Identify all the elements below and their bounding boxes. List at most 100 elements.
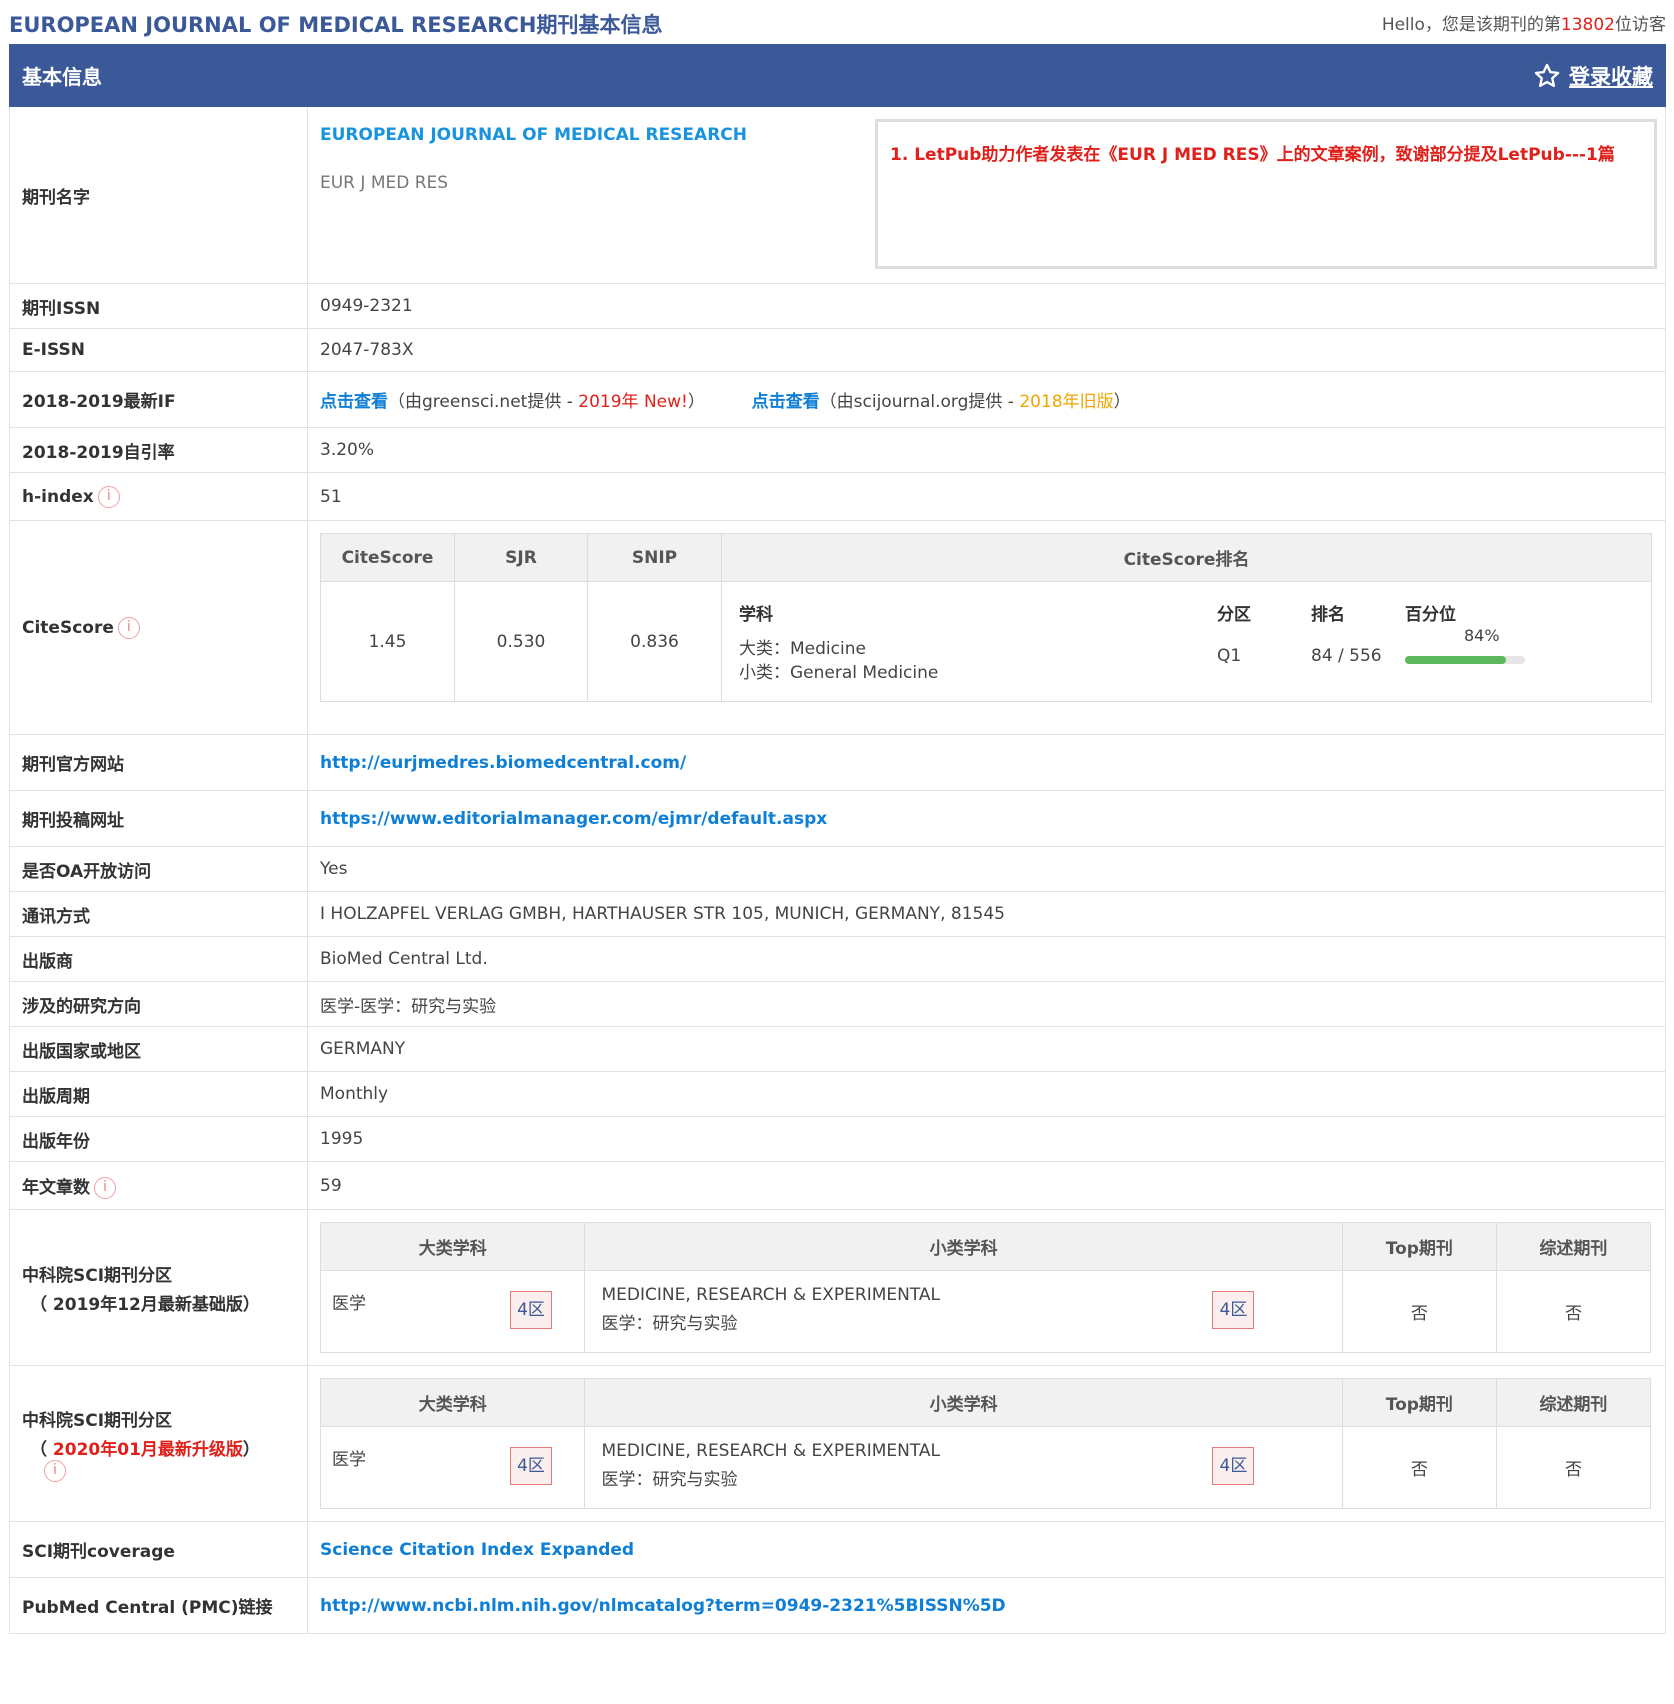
page-title: EUROPEAN JOURNAL OF MEDICAL RESEARCH期刊基本…: [9, 13, 663, 37]
rank-value: 84 / 556: [1311, 646, 1382, 666]
cas-2020-table: 大类学科 小类学科 Top期刊 综述期刊 医学 4区 MEDICINE, RES…: [319, 1378, 1652, 1509]
value-hindex: 51: [307, 472, 1666, 521]
value-self-citation: 3.20%: [307, 427, 1666, 473]
row-coverage: SCI期刊coverage Science Citation Index Exp…: [9, 1521, 1666, 1578]
sjr-header: SJR: [454, 533, 588, 582]
subject-major: 大类：Medicine: [739, 639, 866, 659]
row-hindex: h-index i 51: [9, 472, 1666, 521]
info-circle-icon[interactable]: i: [117, 616, 140, 639]
promo-box: 1. LetPub助力作者发表在《EUR J MED RES》上的文章案例，致谢…: [875, 119, 1657, 269]
row-website: 期刊官方网站 http://eurjmedres.biomedcentral.c…: [9, 734, 1666, 791]
quartile-value: Q1: [1217, 646, 1242, 666]
label-journal-name: 期刊名字: [9, 106, 308, 284]
label-hindex: h-index: [22, 486, 94, 507]
favorite-label[interactable]: 登录收藏: [1569, 61, 1653, 91]
citescore-rank-header: CiteScore排名: [721, 533, 1652, 582]
cas-minor-subject-cn: 医学：研究与实验: [601, 1470, 738, 1490]
visitor-count: 13802: [1560, 15, 1615, 35]
info-circle-icon[interactable]: i: [97, 485, 120, 508]
citescore-value: 1.45: [320, 581, 455, 702]
row-self-citation: 2018-2019自引率 3.20%: [9, 427, 1666, 473]
cas-major-header: 大类学科: [319, 1378, 586, 1427]
cas-minor-header: 小类学科: [584, 1222, 1343, 1271]
label-issn: 期刊ISSN: [9, 283, 308, 329]
label-research-field: 涉及的研究方向: [9, 981, 308, 1027]
row-open-access: 是否OA开放访问 Yes: [9, 846, 1666, 892]
submission-link[interactable]: https://www.editorialmanager.com/ejmr/de…: [320, 809, 827, 829]
citescore-header: CiteScore: [320, 533, 455, 582]
percentile-bar: [1405, 656, 1525, 664]
label-website: 期刊官方网站: [9, 734, 308, 791]
label-contact: 通讯方式: [9, 891, 308, 937]
promo-link[interactable]: 1. LetPub助力作者发表在《EUR J MED RES》上的文章案例，致谢…: [890, 145, 1615, 165]
row-publisher: 出版商 BioMed Central Ltd.: [9, 936, 1666, 982]
row-articles: 年文章数 i 59: [9, 1161, 1666, 1210]
citescore-rank-cell: 学科 分区 排名 百分位 大类：Medicine 小类：General Medi…: [721, 581, 1652, 702]
row-research-field: 涉及的研究方向 医学-医学：研究与实验: [9, 981, 1666, 1027]
row-submission: 期刊投稿网址 https://www.editorialmanager.com/…: [9, 790, 1666, 847]
row-year: 出版年份 1995: [9, 1116, 1666, 1162]
cas-2019-table: 大类学科 小类学科 Top期刊 综述期刊 医学 4区 MEDICINE, RES…: [319, 1222, 1652, 1353]
cas-minor-subject-cn: 医学：研究与实验: [601, 1314, 738, 1334]
if-link-greensci[interactable]: 点击查看: [320, 392, 388, 412]
table-header-row: 基本信息 登录收藏: [9, 44, 1666, 107]
subject-minor: 小类：General Medicine: [739, 663, 939, 683]
cas-major-subject: 医学: [332, 1450, 366, 1470]
cas-top-header: Top期刊: [1341, 1378, 1497, 1427]
if-link-scijournal[interactable]: 点击查看: [752, 392, 820, 412]
percentile-bar-fill: [1405, 656, 1506, 664]
favorite-button[interactable]: 登录收藏: [1533, 61, 1653, 91]
snip-header: SNIP: [587, 533, 722, 582]
cas-major-header: 大类学科: [319, 1222, 586, 1271]
cas-review-header: 综述期刊: [1495, 1222, 1652, 1271]
value-publisher: BioMed Central Ltd.: [307, 936, 1666, 982]
label-cas-2019-version: （ 2019年12月最新基础版）: [30, 1294, 260, 1315]
sjr-value: 0.530: [454, 581, 588, 702]
coverage-link[interactable]: Science Citation Index Expanded: [320, 1540, 634, 1560]
label-country: 出版国家或地区: [9, 1026, 308, 1072]
cas-minor-subject-en: MEDICINE, RESEARCH & EXPERIMENTAL: [601, 1441, 941, 1461]
cas-minor-header: 小类学科: [584, 1378, 1343, 1427]
label-publisher: 出版商: [9, 936, 308, 982]
label-cas-2019: 中科院SCI期刊分区: [22, 1265, 173, 1286]
row-country: 出版国家或地区 GERMANY: [9, 1026, 1666, 1072]
value-year: 1995: [307, 1116, 1666, 1162]
info-circle-icon[interactable]: i: [44, 1459, 66, 1482]
journal-name: EUROPEAN JOURNAL OF MEDICAL RESEARCH: [320, 125, 747, 145]
row-impact-factor: 2018-2019最新IF 点击查看（由greensci.net提供 - 201…: [9, 371, 1666, 428]
label-citescore: CiteScore: [22, 617, 114, 638]
citescore-table: CiteScore SJR SNIP CiteScore排名 1.45 0.53…: [320, 533, 1652, 702]
label-cas-2020: 中科院SCI期刊分区: [22, 1410, 173, 1431]
value-open-access: Yes: [307, 846, 1666, 892]
row-cas-2020: 中科院SCI期刊分区 （ 2020年01月最新升级版）i 大类学科 小类学科 T…: [9, 1365, 1666, 1522]
row-frequency: 出版周期 Monthly: [9, 1071, 1666, 1117]
zone-badge: 4区: [1212, 1447, 1255, 1485]
value-contact: I HOLZAPFEL VERLAG GMBH, HARTHAUSER STR …: [307, 891, 1666, 937]
journal-info-table: 基本信息 登录收藏 期刊名字 EUROPEAN JOURNAL OF MEDIC…: [9, 44, 1666, 1634]
percentile-header: 百分位: [1405, 605, 1456, 625]
page-header: EUROPEAN JOURNAL OF MEDICAL RESEARCH期刊基本…: [0, 0, 1674, 44]
zone-header: 分区: [1217, 605, 1251, 625]
row-cas-2019: 中科院SCI期刊分区 （ 2019年12月最新基础版） 大类学科 小类学科 To…: [9, 1209, 1666, 1366]
label-frequency: 出版周期: [9, 1071, 308, 1117]
row-citescore: CiteScore i CiteScore SJR SNIP CiteScore排…: [9, 520, 1666, 735]
cas-top-header: Top期刊: [1341, 1222, 1497, 1271]
cas-top-value: 否: [1341, 1426, 1497, 1509]
rank-header: 排名: [1311, 605, 1345, 625]
label-cas-2020-version: （ 2020年01月最新升级版）i: [22, 1435, 295, 1482]
pmc-link[interactable]: http://www.ncbi.nlm.nih.gov/nlmcatalog?t…: [320, 1596, 1006, 1616]
website-link[interactable]: http://eurjmedres.biomedcentral.com/: [320, 753, 686, 773]
value-country: GERMANY: [307, 1026, 1666, 1072]
info-circle-icon[interactable]: i: [94, 1176, 116, 1199]
table-header-label: 基本信息: [9, 44, 308, 107]
zone-badge: 4区: [510, 1447, 552, 1485]
snip-value: 0.836: [587, 581, 722, 702]
row-eissn: E-ISSN 2047-783X: [9, 328, 1666, 372]
if-tag-old: 2018年旧版: [1019, 392, 1114, 412]
value-research-field: 医学-医学：研究与实验: [307, 981, 1666, 1027]
label-eissn: E-ISSN: [9, 328, 308, 372]
zone-badge: 4区: [510, 1291, 552, 1329]
label-coverage: SCI期刊coverage: [9, 1521, 308, 1578]
cas-review-header: 综述期刊: [1495, 1378, 1652, 1427]
label-open-access: 是否OA开放访问: [9, 846, 308, 892]
